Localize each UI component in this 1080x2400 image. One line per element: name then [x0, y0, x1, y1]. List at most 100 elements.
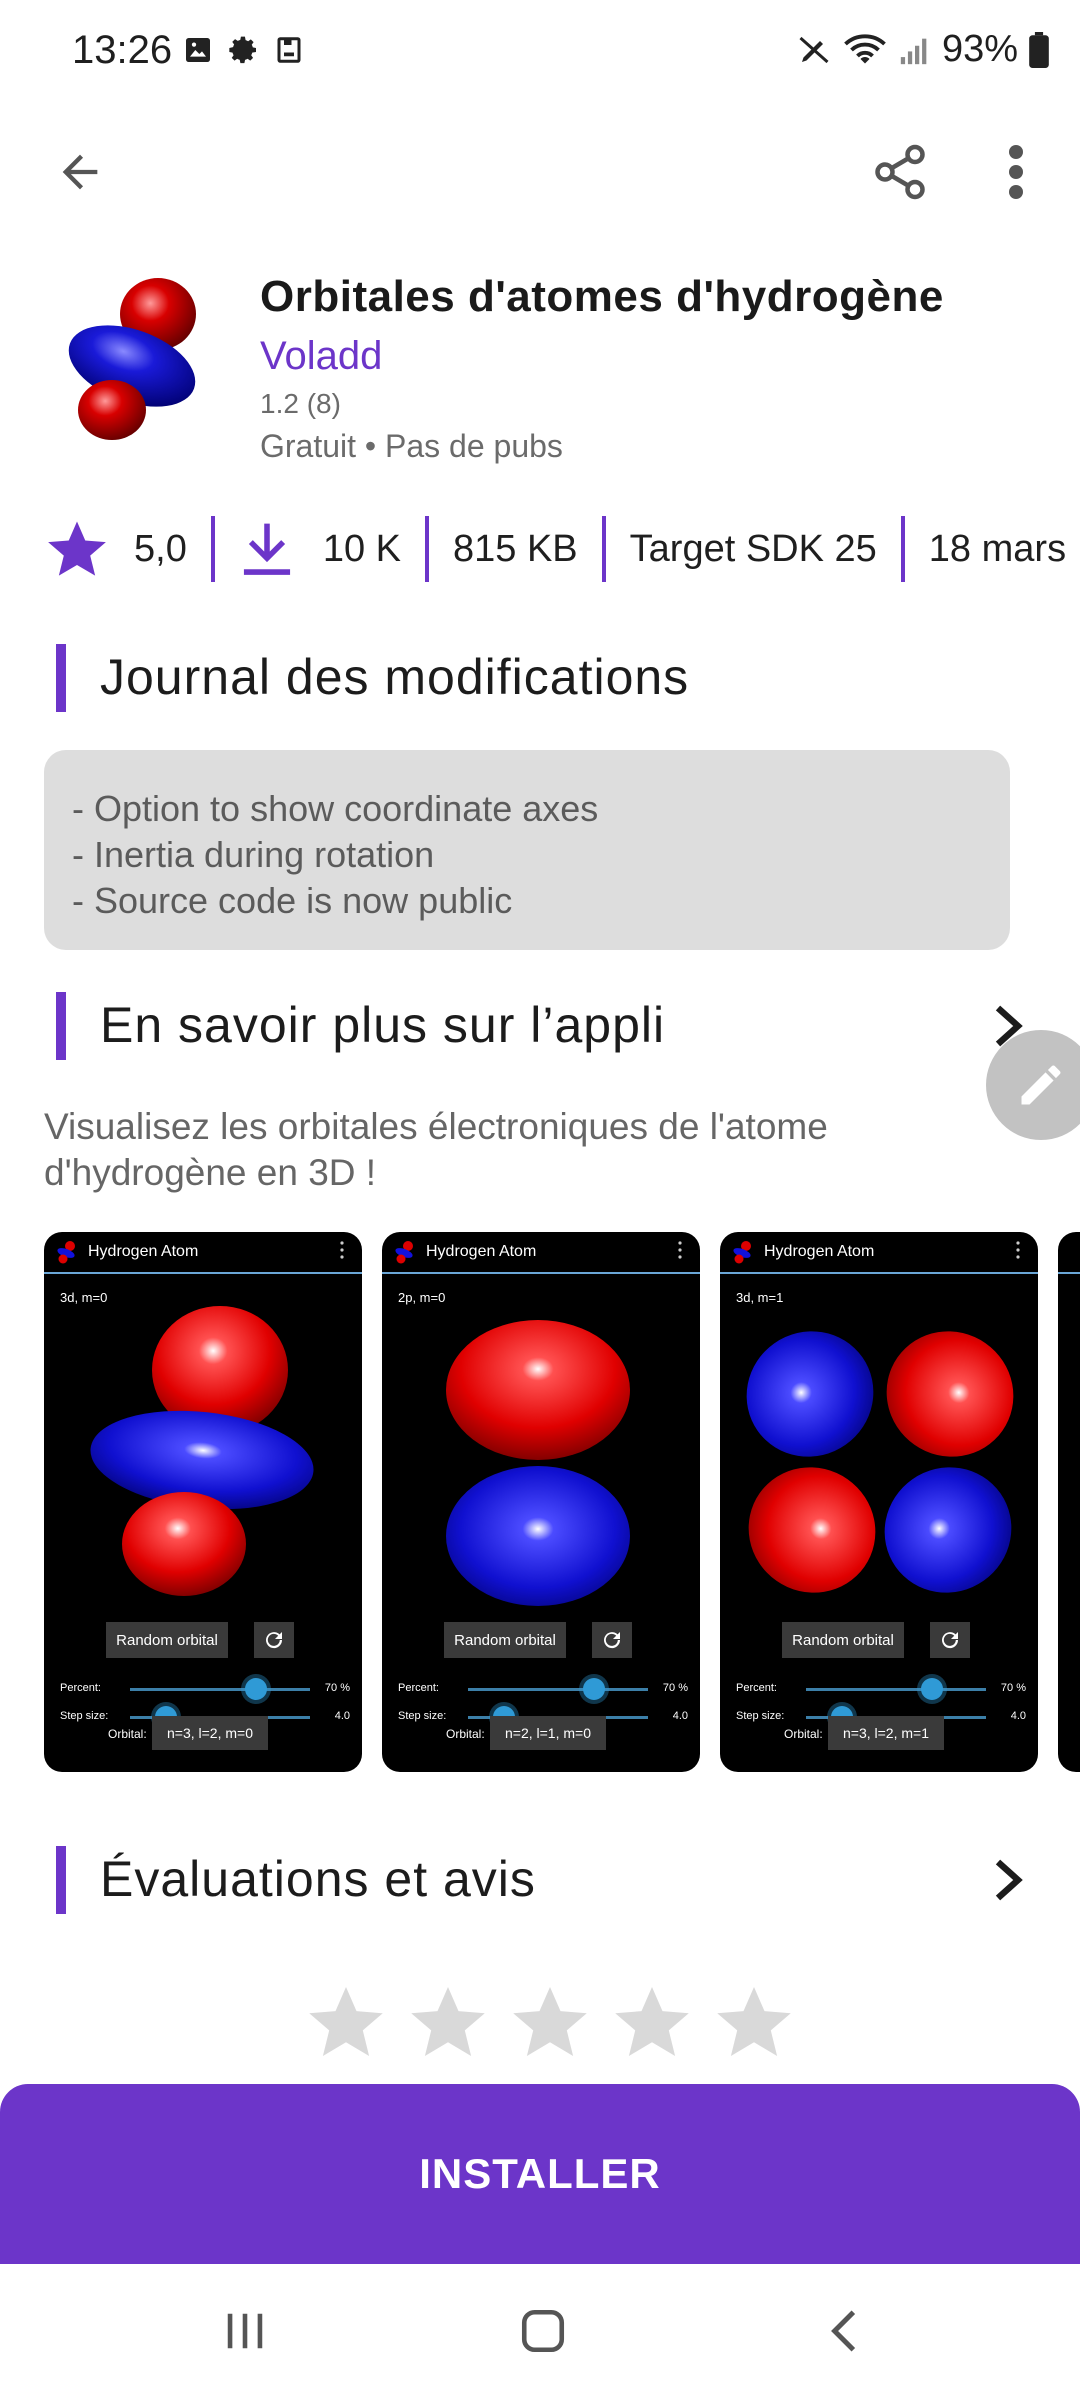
star-icon: [48, 521, 106, 576]
orbital-field-label: Orbital:: [784, 1727, 823, 1741]
app-icon: [60, 274, 210, 444]
random-orbital-button: Random orbital: [106, 1622, 228, 1658]
app-logo-icon: [733, 1241, 751, 1264]
random-orbital-button: Random orbital: [782, 1622, 904, 1658]
rate-star-4[interactable]: [610, 1980, 694, 2069]
percent-label: Percent:: [60, 1682, 101, 1694]
screenshot-3[interactable]: Hydrogen Atom 3d, m=1 Random orbital Per…: [720, 1232, 1038, 1772]
reviews-heading[interactable]: Évaluations et avis: [100, 1850, 536, 1908]
screenshot-1[interactable]: Hydrogen Atom 3d, m=0 Random orbital Per…: [44, 1232, 362, 1772]
stat-target-sdk: Target SDK 25: [606, 512, 901, 586]
back-button[interactable]: [44, 136, 116, 208]
step-value: 4.0: [672, 1710, 688, 1722]
screenshot-title: Hydrogen Atom: [764, 1243, 875, 1260]
more-vert-icon: [1009, 145, 1023, 199]
developer-link[interactable]: Voladd: [260, 334, 382, 379]
about-heading[interactable]: En savoir plus sur l’appli: [100, 996, 665, 1054]
screenshot-title: Hydrogen Atom: [88, 1243, 199, 1260]
changelog-line: - Source code is now public: [72, 880, 513, 921]
random-orbital-button: Random orbital: [444, 1622, 566, 1658]
percent-label: Percent:: [736, 1682, 777, 1694]
app-logo-icon: [57, 1241, 75, 1264]
screenshot-2[interactable]: Hydrogen Atom 2p, m=0 Random orbital Per…: [382, 1232, 700, 1772]
orbital-field-label: Orbital:: [446, 1727, 485, 1741]
share-icon: [875, 144, 925, 200]
wifi-icon: [844, 33, 886, 63]
changelog-box: - Option to show coordinate axes - Inert…: [44, 750, 1010, 950]
refresh-icon: [604, 1632, 621, 1649]
system-back-button[interactable]: [800, 2286, 890, 2376]
star-outline-icon: [717, 1987, 791, 2056]
stat-size: 815 KB: [429, 512, 602, 586]
percent-value: 70 %: [1000, 1682, 1026, 1694]
orbital-field-value: n=3, l=2, m=0: [152, 1716, 268, 1750]
date-value: 18 mars: [928, 527, 1067, 570]
orbital-render: [746, 1331, 1014, 1593]
section-accent-bar: [56, 644, 66, 712]
star-outline-icon: [615, 1987, 689, 2056]
more-vert-icon: [678, 1241, 682, 1259]
recent-apps-button[interactable]: [200, 2286, 290, 2376]
stat-date: 18 mars: [905, 512, 1080, 586]
percent-slider-track: [806, 1688, 986, 1691]
app-title: Orbitales d'atomes d'hydrogène: [260, 272, 944, 321]
signal-icon: [900, 38, 927, 64]
settings-gear-icon: [229, 36, 256, 64]
screenshot-appbar: Hydrogen Atom: [382, 1232, 700, 1274]
rate-star-3[interactable]: [508, 1980, 592, 2069]
changelog-heading: Journal des modifications: [100, 649, 690, 705]
percent-slider-track: [130, 1688, 310, 1691]
percent-slider-track: [468, 1688, 648, 1691]
step-label: Step size:: [398, 1710, 447, 1722]
screenshot-4-partial[interactable]: [1058, 1232, 1080, 1772]
step-value: 4.0: [1010, 1710, 1026, 1722]
section-accent-bar: [56, 1846, 66, 1914]
home-button[interactable]: [498, 2286, 588, 2376]
percent-slider-thumb: [245, 1678, 267, 1700]
star-outline-icon: [309, 1987, 383, 2056]
reset-button: [592, 1622, 632, 1658]
install-button[interactable]: INSTALLER: [0, 2084, 1080, 2264]
battery-percent: 93%: [941, 28, 1018, 70]
star-outline-icon: [411, 1987, 485, 2056]
size-value: 815 KB: [453, 527, 578, 570]
more-options-button[interactable]: [986, 132, 1046, 212]
screenshot-appbar: [1058, 1232, 1080, 1274]
orbital-render: [446, 1320, 630, 1606]
stat-downloads: 10 K: [215, 512, 425, 586]
star-outline-icon: [513, 1987, 587, 2056]
battery-icon: [1029, 31, 1049, 68]
home-icon: [521, 2309, 565, 2353]
orbital-field-value: n=2, l=1, m=0: [490, 1716, 606, 1750]
percent-slider-thumb: [921, 1678, 943, 1700]
refresh-icon: [942, 1632, 959, 1649]
percent-value: 70 %: [324, 1682, 350, 1694]
rate-star-2[interactable]: [406, 1980, 490, 2069]
chevron-right-icon: [995, 1859, 1023, 1901]
install-label: INSTALLER: [419, 2150, 661, 2197]
orbital-render: [90, 1306, 314, 1596]
reviews-expand-button[interactable]: [980, 1850, 1036, 1910]
orbital-field-value: n=3, l=2, m=1: [828, 1716, 944, 1750]
more-vert-icon: [340, 1241, 344, 1259]
target-sdk-value: Target SDK 25: [629, 527, 877, 570]
step-label: Step size:: [60, 1710, 109, 1722]
stat-rating: 5,0: [44, 512, 211, 586]
refresh-icon: [266, 1632, 283, 1649]
app-price-info: Gratuit • Pas de pubs: [260, 428, 563, 464]
more-vert-icon: [1016, 1241, 1020, 1259]
rate-star-5[interactable]: [712, 1980, 796, 2069]
mute-pen-icon: [799, 36, 829, 63]
rate-star-1[interactable]: [304, 1980, 388, 2069]
changelog-line: - Option to show coordinate axes: [72, 788, 599, 829]
downloads-value: 10 K: [322, 527, 401, 570]
rating-value: 5,0: [134, 527, 187, 570]
status-notification-icons: [182, 34, 304, 66]
arrow-back-icon: [62, 154, 98, 190]
status-right: 93%: [796, 28, 1050, 71]
reset-button: [930, 1622, 970, 1658]
app-logo-icon: [395, 1241, 413, 1264]
app-description: Visualisez les orbitales électroniques d…: [44, 1106, 828, 1193]
share-button[interactable]: [860, 132, 940, 212]
recent-apps-icon: [227, 2313, 263, 2349]
